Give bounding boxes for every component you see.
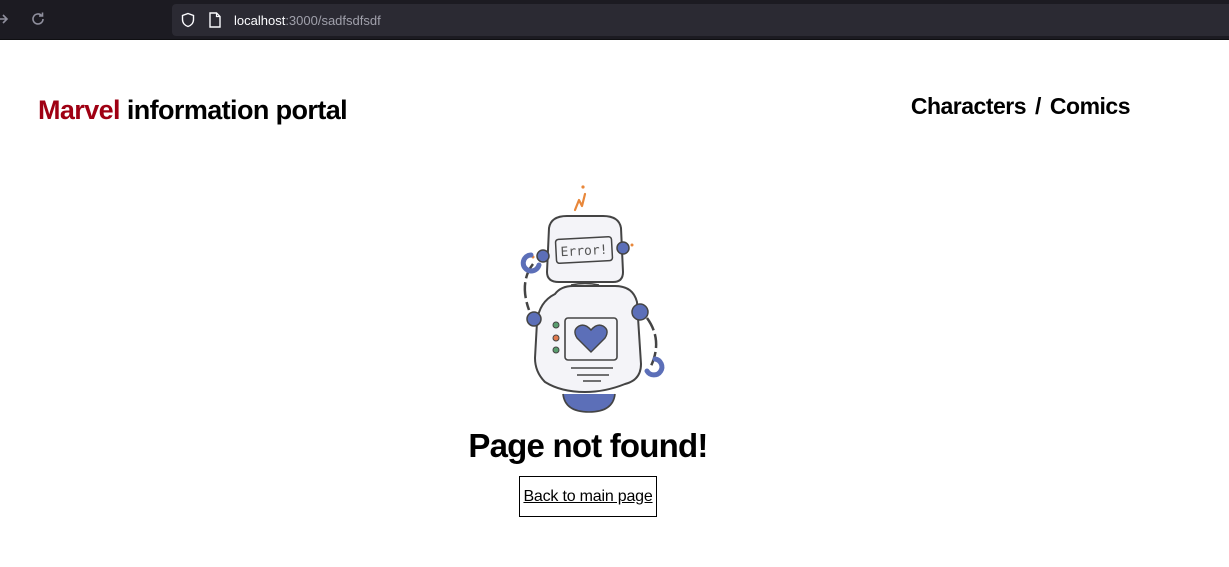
nav-link-characters[interactable]: Characters: [911, 93, 1027, 119]
back-to-main-button[interactable]: Back to main page: [519, 476, 657, 517]
app-header: Marvel information portal Characters / Com…: [38, 90, 1131, 129]
shield-icon[interactable]: [180, 12, 196, 33]
reload-icon[interactable]: [29, 11, 47, 29]
nav-link-comics[interactable]: Comics: [1050, 93, 1131, 119]
page-title: Page not found!: [468, 427, 708, 464]
main-nav: Characters / Comics: [911, 90, 1131, 122]
url-path: :3000/sadfsdfsdf: [285, 13, 381, 28]
url-text[interactable]: localhost:3000/sadfsdfsdf: [234, 12, 381, 29]
address-bar[interactable]: localhost:3000/sadfsdfsdf: [172, 4, 1229, 36]
title-rest: information portal: [119, 95, 348, 125]
arrow-right-icon[interactable]: [0, 11, 12, 29]
browser-toolbar: localhost:3000/sadfsdfsdf: [0, 0, 1229, 40]
page-icon: [208, 12, 222, 33]
app-title[interactable]: Marvel information portal: [38, 93, 348, 127]
robot-error-label: Error!: [560, 243, 608, 260]
error-robot-image: Error!: [520, 185, 665, 413]
nav-separator: /: [1035, 93, 1041, 119]
url-host: localhost: [234, 13, 286, 28]
brand-name: Marvel: [38, 95, 121, 125]
